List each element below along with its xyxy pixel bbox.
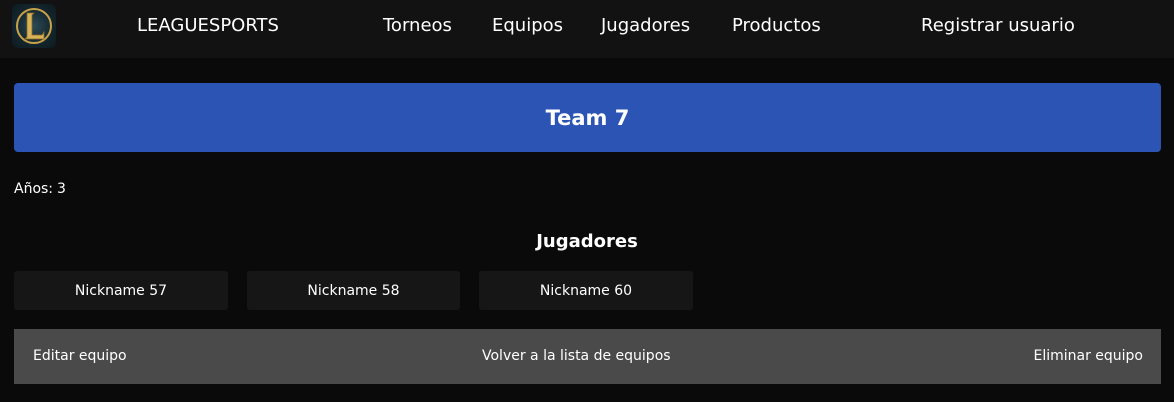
player-nickname: Nickname 58 <box>307 282 400 299</box>
nav-link-jugadores[interactable]: Jugadores <box>601 14 690 38</box>
player-card[interactable]: Nickname 57 <box>14 271 228 310</box>
player-nickname: Nickname 60 <box>539 282 633 299</box>
navbar: LEAGUESPORTS Torneos Equipos Jugadores P… <box>0 0 1174 58</box>
team-actions-bar: Editar equipo Volver a la lista de equip… <box>14 329 1161 384</box>
team-years: Años: 3 <box>14 180 66 198</box>
players-heading: Jugadores <box>536 231 638 252</box>
delete-team-link[interactable]: Eliminar equipo <box>1033 347 1143 365</box>
nav-link-productos[interactable]: Productos <box>732 14 821 38</box>
nav-link-torneos[interactable]: Torneos <box>383 14 452 38</box>
years-value: 3 <box>57 181 66 197</box>
player-nickname: Nickname 57 <box>74 282 168 299</box>
brand-link[interactable]: LEAGUESPORTS <box>137 14 279 38</box>
page-title: Team 7 <box>545 105 630 130</box>
years-label: Años: <box>14 181 54 197</box>
team-title-banner: Team 7 <box>14 83 1161 152</box>
back-to-teams-link[interactable]: Volver a la lista de equipos <box>482 347 671 365</box>
register-user-link[interactable]: Registrar usuario <box>921 14 1075 38</box>
league-logo-icon[interactable] <box>12 4 56 48</box>
nav-link-equipos[interactable]: Equipos <box>492 14 563 38</box>
player-card[interactable]: Nickname 60 <box>479 271 693 310</box>
edit-team-link[interactable]: Editar equipo <box>33 347 127 365</box>
player-card[interactable]: Nickname 58 <box>247 271 460 310</box>
